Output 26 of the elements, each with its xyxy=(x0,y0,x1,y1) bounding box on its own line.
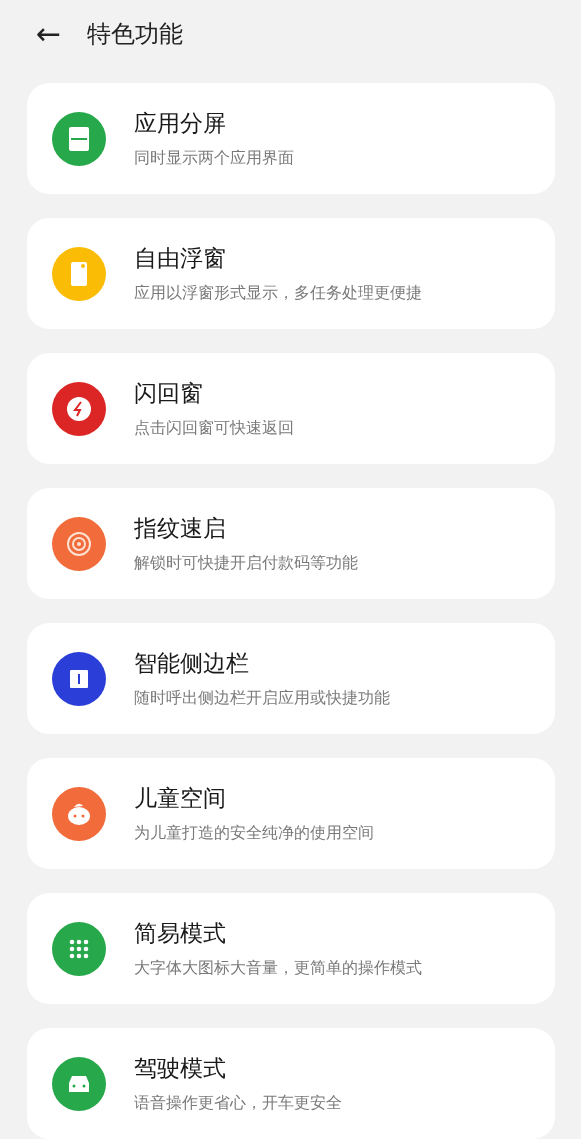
feature-title: 智能侧边栏 xyxy=(134,649,250,678)
feature-card[interactable]: 简易模式 大字体大图标大音量，更简单的操作模式 xyxy=(27,893,555,1004)
back-button[interactable]: ← xyxy=(36,19,62,49)
feature-title: 应用分屏 xyxy=(134,109,227,138)
feature-card[interactable]: 闪回窗 点击闪回窗可快速返回 xyxy=(27,353,555,464)
feature-title: 自由浮窗 xyxy=(134,244,227,273)
feature-card[interactable]: 自由浮窗 应用以浮窗形式显示，多任务处理更便捷 xyxy=(27,218,555,329)
feature-description: 随时呼出侧边栏开启应用或快捷功能 xyxy=(134,688,390,709)
feature-card[interactable]: 应用分屏 同时显示两个应用界面 xyxy=(27,83,555,194)
feature-title: 驾驶模式 xyxy=(134,1054,227,1083)
feature-title: 指纹速启 xyxy=(134,514,227,543)
page-title: 特色功能 xyxy=(87,19,184,50)
feature-description: 点击闪回窗可快速返回 xyxy=(134,418,294,439)
feature-title: 闪回窗 xyxy=(134,379,204,408)
feature-description: 解锁时可快捷开启付款码等功能 xyxy=(134,553,358,574)
feature-description: 为儿童打造的安全纯净的使用空间 xyxy=(134,823,374,844)
feature-card[interactable]: 儿童空间 为儿童打造的安全纯净的使用空间 xyxy=(27,758,555,869)
feature-description: 语音操作更省心，开车更安全 xyxy=(134,1093,342,1114)
feature-description: 应用以浮窗形式显示，多任务处理更便捷 xyxy=(134,283,422,304)
feature-title: 简易模式 xyxy=(134,919,227,948)
feature-title: 儿童空间 xyxy=(134,784,227,813)
feature-card[interactable]: 指纹速启 解锁时可快捷开启付款码等功能 xyxy=(27,488,555,599)
feature-card[interactable]: 智能侧边栏 随时呼出侧边栏开启应用或快捷功能 xyxy=(27,623,555,734)
feature-card[interactable]: 驾驶模式 语音操作更省心，开车更安全 xyxy=(27,1028,555,1139)
feature-description: 大字体大图标大音量，更简单的操作模式 xyxy=(134,958,422,979)
feature-description: 同时显示两个应用界面 xyxy=(134,148,294,169)
